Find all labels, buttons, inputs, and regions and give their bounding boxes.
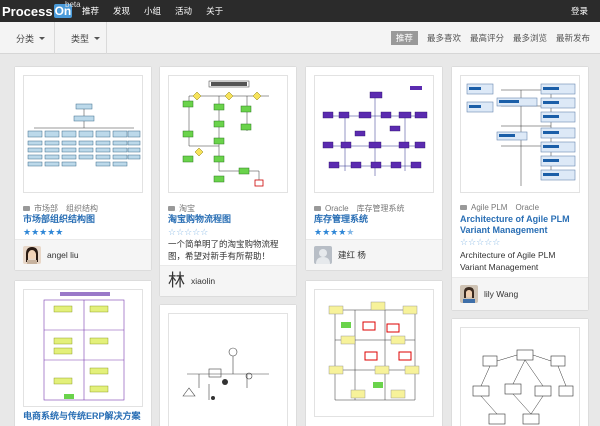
nav-item-events[interactable]: 活动: [175, 0, 192, 22]
author-name[interactable]: 建红 杨: [338, 249, 366, 261]
diagram-card[interactable]: [160, 305, 296, 426]
star-rating[interactable]: ☆☆☆☆☆: [460, 237, 500, 247]
diagram-thumbnail[interactable]: [460, 327, 580, 426]
nav-item-groups[interactable]: 小组: [144, 0, 161, 22]
star-icon: ☆☆☆☆☆: [168, 227, 209, 237]
sort-tab-most-viewed[interactable]: 最多浏览: [513, 31, 547, 45]
description-line: 图，希望对新手有所帮助！: [168, 251, 271, 261]
sort-tab-top-rated[interactable]: 最高评分: [470, 31, 504, 45]
sort-tab-most-liked[interactable]: 最多喜欢: [427, 31, 461, 45]
tag-link[interactable]: 组织结构: [66, 203, 98, 214]
star-rating[interactable]: ☆☆☆☆☆: [168, 227, 208, 237]
logo-beta-label: beta: [65, 0, 81, 9]
star-icon: ★★★★: [314, 227, 347, 237]
main-nav: 推荐 发现 小组 活动 关于: [82, 0, 237, 22]
star-icon: ★★★★★: [23, 227, 64, 237]
author-row[interactable]: 建红 杨: [306, 239, 442, 270]
tag-icon: [460, 205, 467, 210]
sort-tabs: 推荐 最多喜欢 最高评分 最多浏览 最新发布: [382, 31, 590, 45]
author-name[interactable]: lily Wang: [484, 289, 518, 299]
diagram-card[interactable]: Oracle 库存管理系统 库存管理系统 ★★★★★ 建红 杨: [306, 67, 442, 270]
card-title[interactable]: 库存管理系统: [314, 214, 368, 225]
description-line: Variant Management: [460, 262, 539, 272]
card-title[interactable]: 淘宝购物流程图: [168, 214, 231, 225]
card-tags: 市场部 组织结构: [23, 203, 106, 214]
star-icon: ☆☆☆☆☆: [460, 237, 501, 247]
card-title[interactable]: 电商系统与传统ERP解决方案: [23, 411, 141, 422]
login-link[interactable]: 登录: [571, 0, 588, 22]
card-tags: Oracle 库存管理系统: [314, 203, 413, 214]
card-tags: Agile PLM Oracle: [460, 203, 547, 212]
tag-link[interactable]: Agile PLM: [471, 203, 507, 212]
author-row[interactable]: lily Wang: [452, 277, 588, 310]
author-row[interactable]: 林 xiaolin: [160, 265, 296, 296]
tag-link[interactable]: Oracle: [325, 204, 349, 213]
diagram-card[interactable]: 淘宝 淘宝购物流程图 ☆☆☆☆☆ 一个简单明了的淘宝购物流程 图，希望对新手有所…: [160, 67, 296, 296]
category-dropdown[interactable]: 分类: [0, 22, 55, 54]
avatar: 林: [168, 271, 185, 291]
processon-logo[interactable]: Process On beta: [2, 0, 81, 19]
diagram-card[interactable]: Agile PLM Oracle Architecture of Agile P…: [452, 67, 588, 310]
author-name[interactable]: xiaolin: [191, 276, 215, 286]
card-description: 一个简单明了的淘宝购物流程 图，希望对新手有所帮助！: [168, 238, 279, 262]
diagram-thumbnail[interactable]: [23, 75, 143, 193]
diagram-card[interactable]: [452, 319, 588, 426]
diagram-card[interactable]: 市场部 组织结构 市场部组织结构图 ★★★★★ angel liu: [15, 67, 151, 270]
card-title[interactable]: 市场部组织结构图: [23, 214, 95, 225]
card-title[interactable]: Architecture of Agile PLM Variant Manage…: [460, 214, 570, 236]
diagram-thumbnail[interactable]: [314, 289, 434, 417]
tag-icon: [314, 206, 321, 211]
description-line: 一个简单明了的淘宝购物流程: [168, 239, 279, 249]
author-name[interactable]: angel liu: [47, 250, 79, 260]
title-line: Architecture of Agile PLM: [460, 214, 570, 224]
title-line: Variant Management: [460, 225, 548, 235]
nav-item-about[interactable]: 关于: [206, 0, 223, 22]
avatar: [314, 246, 332, 264]
nav-item-recommend[interactable]: 推荐: [82, 0, 99, 22]
filter-bar: 分类 类型 推荐 最多喜欢 最高评分 最多浏览 最新发布: [0, 22, 600, 54]
tag-link[interactable]: 淘宝: [179, 203, 195, 214]
star-rating[interactable]: ★★★★★: [314, 227, 354, 237]
diagram-thumbnail[interactable]: [314, 75, 434, 193]
chevron-down-icon: [94, 36, 101, 40]
sort-tab-newest[interactable]: 最新发布: [556, 31, 590, 45]
diagram-thumbnail[interactable]: [168, 75, 288, 193]
nav-item-discover[interactable]: 发现: [113, 0, 130, 22]
half-star-icon: ★: [346, 227, 355, 237]
diagram-thumbnail[interactable]: [23, 289, 143, 407]
star-rating[interactable]: ★★★★★: [23, 227, 63, 237]
diagram-thumbnail[interactable]: [168, 313, 288, 426]
diagram-card[interactable]: [306, 281, 442, 426]
logo-text: Process: [2, 3, 53, 19]
top-nav-bar: Process On beta 推荐 发现 小组 活动 关于 登录: [0, 0, 600, 22]
author-row[interactable]: angel liu: [15, 239, 151, 270]
sort-tab-recommend[interactable]: 推荐: [390, 31, 418, 45]
card-description: Architecture of Agile PLM Variant Manage…: [460, 249, 555, 273]
category-label: 分类: [16, 33, 35, 44]
tag-icon: [23, 206, 30, 211]
tag-icon: [168, 206, 175, 211]
diagram-card[interactable]: 电商系统与传统ERP解决方案: [15, 281, 151, 426]
tag-link[interactable]: Oracle: [515, 203, 539, 212]
tag-link[interactable]: 库存管理系统: [357, 203, 405, 214]
avatar: [460, 285, 478, 303]
diagram-thumbnail[interactable]: [460, 75, 580, 193]
type-dropdown[interactable]: 类型: [55, 22, 107, 54]
card-tags: 淘宝: [168, 203, 203, 214]
type-label: 类型: [71, 33, 90, 44]
avatar: [23, 246, 41, 264]
description-line: Architecture of Agile PLM: [460, 250, 556, 260]
tag-link[interactable]: 市场部: [34, 203, 58, 214]
chevron-down-icon: [39, 36, 46, 40]
